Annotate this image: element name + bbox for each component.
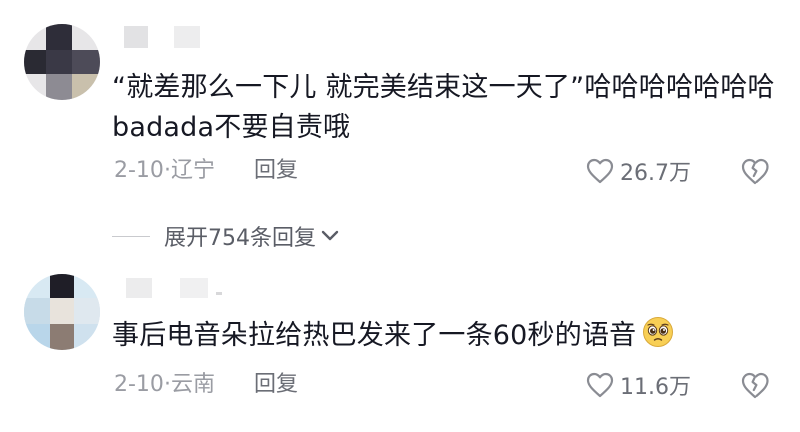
comment-meta: 2-10·云南 回复: [114, 368, 298, 402]
comment-text: 事后电音朵拉给热巴发来了一条60秒的语音: [112, 316, 777, 356]
comment-text-value: 事后电音朵拉给热巴发来了一条60秒的语音: [112, 320, 637, 351]
comment-item-1: “就差那么一下儿 就完美结束这一天了”哈哈哈哈哈哈哈badada不要自责哦 2-…: [0, 0, 800, 205]
chevron-down-icon: [321, 230, 339, 241]
username-censored[interactable]: [120, 26, 220, 52]
like-button[interactable]: 26.7万: [586, 154, 691, 188]
pleading-face-emoji-icon: [643, 317, 674, 347]
like-count: 11.6万: [620, 375, 691, 400]
heart-icon: [586, 158, 614, 184]
heart-icon: [586, 372, 614, 398]
broken-heart-icon[interactable]: [740, 156, 770, 186]
comment-text: “就差那么一下儿 就完美结束这一天了”哈哈哈哈哈哈哈badada不要自责哦: [112, 72, 775, 143]
reply-button[interactable]: 回复: [254, 154, 298, 188]
avatar[interactable]: [24, 24, 100, 100]
expand-replies-button[interactable]: 展开754条回复: [112, 218, 340, 254]
comment-meta: 2-10·辽宁 回复: [114, 154, 298, 188]
divider-line: [112, 235, 150, 237]
reply-button[interactable]: 回复: [254, 368, 298, 402]
like-count: 26.7万: [620, 161, 691, 186]
expand-replies-label: 展开754条回复: [164, 226, 316, 251]
like-button[interactable]: 11.6万: [586, 368, 691, 402]
date-location: 2-10·辽宁: [114, 158, 215, 183]
avatar[interactable]: [24, 274, 100, 350]
comment-item-2: 事后电音朵拉给热巴发来了一条60秒的语音 2-10·云南 回复 11.6万: [0, 262, 800, 432]
username-censored[interactable]: [120, 276, 230, 302]
broken-heart-icon[interactable]: [740, 370, 770, 400]
date-location: 2-10·云南: [114, 372, 215, 397]
